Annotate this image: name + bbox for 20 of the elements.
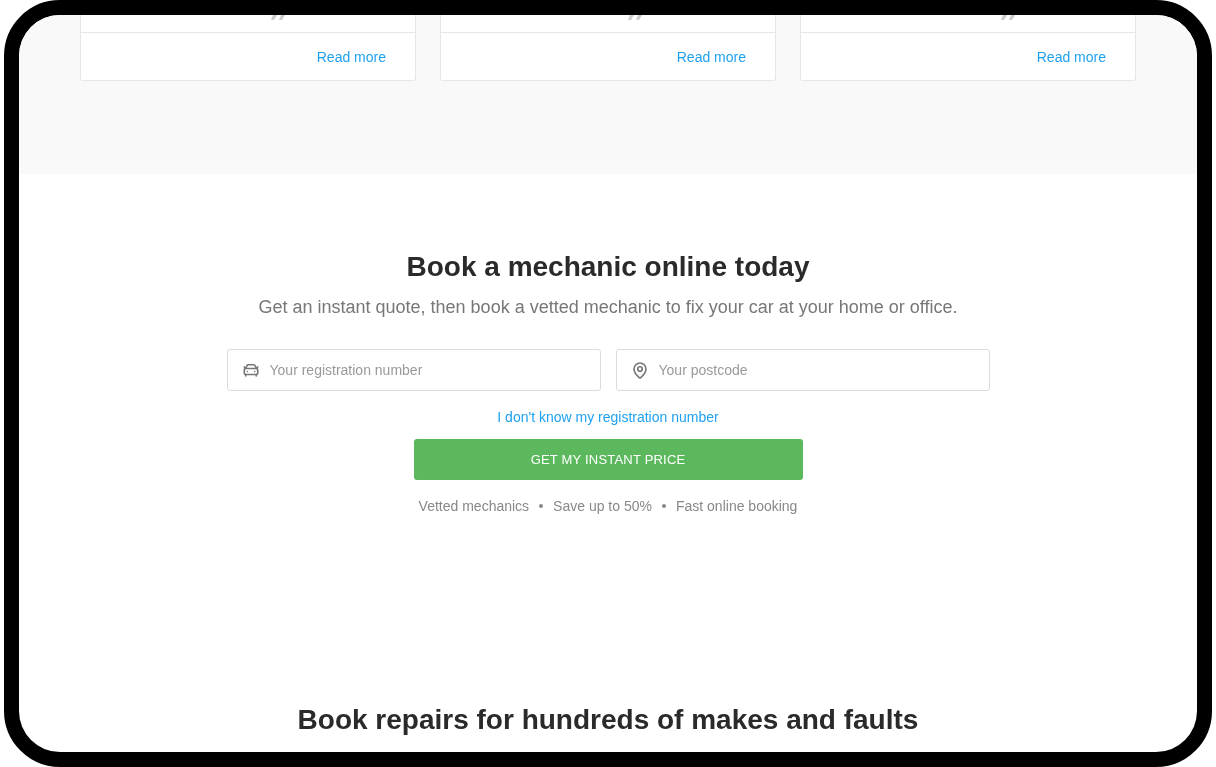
car-icon bbox=[241, 361, 260, 379]
registration-help-link[interactable]: I don't know my registration number bbox=[497, 408, 719, 426]
section-heading: Book a mechanic online today bbox=[406, 250, 810, 284]
section-heading: Book repairs for hundreds of makes and faults bbox=[297, 703, 919, 737]
separator-dot-icon bbox=[539, 504, 544, 508]
quote-icon bbox=[270, 15, 288, 20]
quote-icon bbox=[627, 15, 645, 20]
quote-icon bbox=[1000, 15, 1018, 20]
registration-field[interactable]: Your registration number bbox=[226, 349, 601, 391]
separator-dot-icon bbox=[661, 504, 666, 508]
instant-price-button[interactable]: GET MY INSTANT PRICE bbox=[413, 439, 803, 480]
read-more-link[interactable]: Read more bbox=[316, 48, 386, 65]
read-more-link[interactable]: Read more bbox=[676, 48, 746, 65]
read-more-link[interactable]: Read more bbox=[1036, 48, 1106, 65]
section-subtitle: Get an instant quote, then book a vetted mechanic to fix your car at your home or office. bbox=[258, 296, 958, 319]
postcode-field[interactable]: Your postcode bbox=[615, 349, 990, 391]
map-pin-icon bbox=[630, 361, 649, 379]
feature-text: Fast online booking bbox=[675, 497, 798, 515]
feature-text: Vetted mechanics bbox=[418, 497, 530, 515]
feature-text: Save up to 50% bbox=[553, 497, 652, 515]
